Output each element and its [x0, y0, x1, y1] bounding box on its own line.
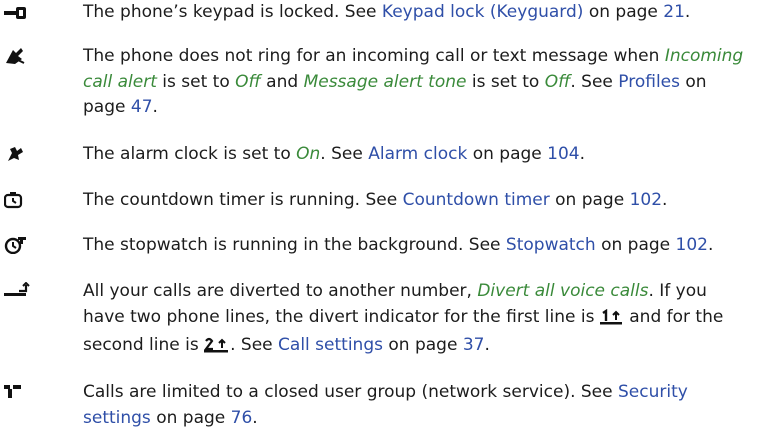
page-link[interactable]: 76	[231, 408, 253, 428]
link-alarm-clock[interactable]: Alarm clock	[368, 144, 467, 164]
closed-user-group-icon	[4, 383, 30, 401]
silent-mode-icon	[4, 47, 30, 65]
page-link[interactable]: 104	[547, 144, 579, 164]
call-divert-icon	[4, 282, 30, 300]
page-link[interactable]: 102	[630, 190, 662, 210]
indicator-description: The stopwatch is running in the backgrou…	[83, 235, 714, 255]
keypad-lock-icon	[4, 3, 30, 21]
link-stopwatch[interactable]: Stopwatch	[506, 235, 596, 255]
countdown-timer-icon	[4, 191, 30, 209]
line-1-divert-icon	[599, 308, 624, 334]
alarm-clock-icon	[4, 145, 30, 163]
indicator-description: The countdown timer is running. See Coun…	[83, 190, 668, 210]
link-countdown-timer[interactable]: Countdown timer	[403, 190, 550, 210]
manual-page: The phone’s keypad is locked. See Keypad…	[0, 0, 758, 438]
page-link[interactable]: 21	[663, 2, 685, 22]
page-link[interactable]: 37	[463, 335, 485, 355]
link-profiles[interactable]: Profiles	[618, 72, 680, 92]
indicator-description: All your calls are diverted to another n…	[83, 279, 750, 362]
indicator-description: The phone’s keypad is locked. See Keypad…	[83, 2, 691, 22]
page-link[interactable]: 102	[676, 235, 708, 255]
page-link[interactable]: 47	[131, 97, 153, 117]
link-call-settings[interactable]: Call settings	[278, 335, 383, 355]
line-2-divert-icon	[203, 336, 230, 362]
indicator-description: The phone does not ring for an incoming …	[83, 46, 744, 117]
indicator-description: Calls are limited to a closed user group…	[83, 382, 688, 428]
indicator-description: The alarm clock is set to On. See Alarm …	[83, 144, 586, 164]
link-keypad-lock[interactable]: Keypad lock (Keyguard)	[382, 2, 584, 22]
stopwatch-icon	[4, 236, 30, 254]
